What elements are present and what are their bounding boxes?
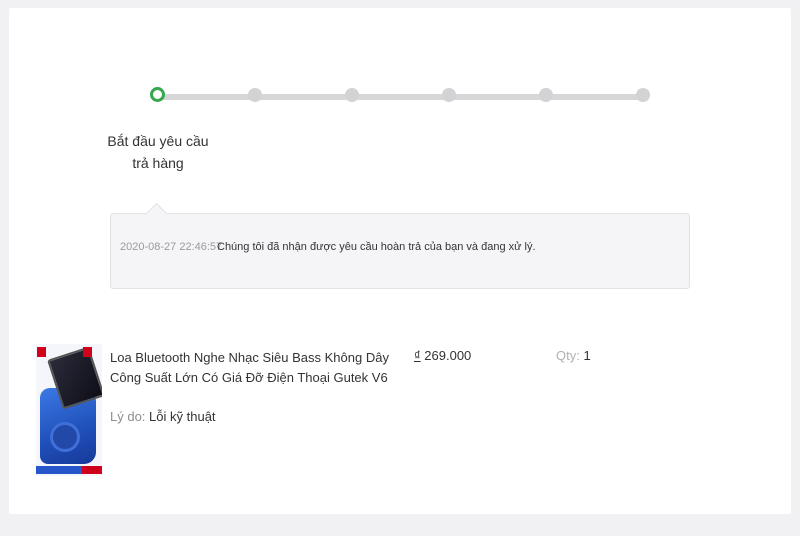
product-banner-strip	[36, 466, 102, 474]
message-timestamp: 2020-08-27 22:46:57	[120, 241, 223, 253]
step-dot-4	[442, 88, 456, 102]
message-text: Chúng tôi đã nhận được yêu cầu hoàn trả …	[217, 241, 536, 253]
promo-tag-icon	[83, 347, 92, 357]
return-reason: Lý do: Lỗi kỹ thuật	[110, 409, 216, 424]
qty-value: 1	[583, 348, 591, 363]
step-dot-3	[345, 88, 359, 102]
step-dot-1	[150, 87, 165, 102]
status-message-box: 2020-08-27 22:46:57 Chúng tôi đã nhận đư…	[110, 202, 690, 289]
qty-label: Qty:	[556, 348, 580, 363]
promo-tag-icon	[37, 347, 46, 357]
currency-symbol: ₫	[414, 348, 421, 363]
step-dot-6	[636, 88, 650, 102]
price-value: 269.000	[424, 348, 472, 363]
speaker-grill-icon	[50, 422, 80, 452]
product-name[interactable]: Loa Bluetooth Nghe Nhạc Siêu Bass Không …	[110, 348, 400, 388]
reason-label: Lý do:	[110, 409, 146, 424]
product-image[interactable]	[36, 344, 102, 476]
reason-value: Lỗi kỹ thuật	[149, 409, 216, 424]
product-quantity: Qty: 1	[556, 348, 591, 363]
step-label-start: Bắt đầu yêu cầu trả hàng	[107, 133, 209, 171]
product-price: ₫ 269.000	[414, 348, 471, 363]
step-dot-2	[248, 88, 262, 102]
step-dot-5	[539, 88, 553, 102]
progress-track	[156, 94, 644, 100]
